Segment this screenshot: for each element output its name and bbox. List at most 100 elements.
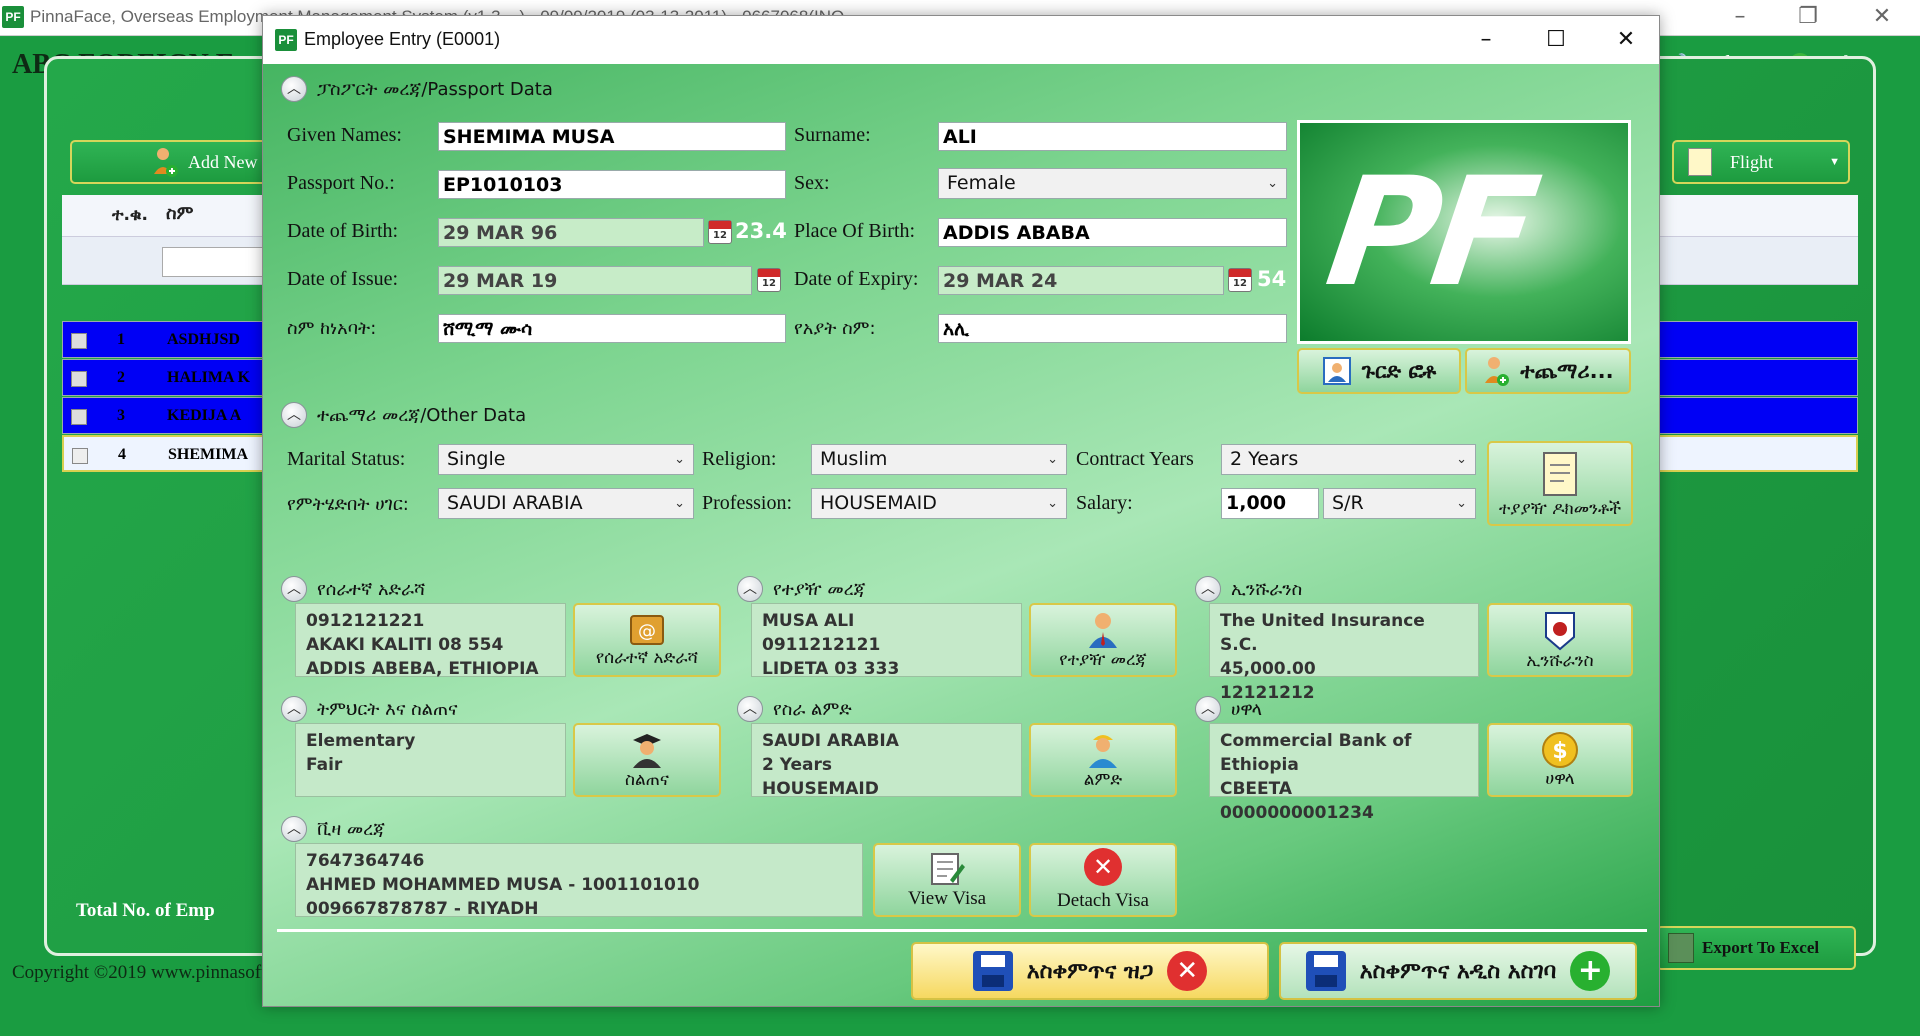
row-checkbox[interactable]: [71, 371, 87, 387]
main-restore-button[interactable]: ❐: [1788, 3, 1828, 31]
flight-button[interactable]: Flight ▼: [1672, 140, 1850, 184]
save-and-close-button[interactable]: አስቀምጥና ዝጋ ✕: [911, 942, 1269, 1000]
close-icon: ✕: [1167, 951, 1208, 991]
destination-country-value: SAUDI ARABIA: [447, 492, 583, 514]
collapse-icon[interactable]: ︿: [281, 696, 307, 722]
main-close-button[interactable]: ✕: [1862, 3, 1902, 31]
dollar-coin-icon: $: [1542, 732, 1578, 768]
full-photo-button[interactable]: ጉርድ ፎቶ: [1297, 348, 1461, 394]
collapse-icon[interactable]: ︿: [1195, 576, 1221, 602]
sex-label: Sex:: [794, 172, 830, 194]
svg-text:@: @: [638, 621, 656, 642]
dialog-close-button[interactable]: ✕: [1603, 24, 1649, 56]
calendar-icon[interactable]: 12: [1228, 268, 1252, 292]
row-checkbox[interactable]: [72, 448, 88, 464]
marital-status-select[interactable]: Single ⌄: [438, 444, 694, 475]
visa-section-header[interactable]: ︿ ቪዛ መረጃ: [281, 816, 385, 842]
save-new-label: አስቀምጥና አዲስ አስገባ: [1359, 958, 1557, 984]
date-of-expiry-input[interactable]: 29 MAR 24: [938, 266, 1224, 295]
profession-label: Profession:: [702, 492, 792, 514]
other-section-header[interactable]: ︿ ተጨማሪ መረጃ/Other Data: [281, 402, 526, 428]
calendar-icon[interactable]: 12: [708, 220, 732, 244]
employee-entry-dialog: PF Employee Entry (E0001) – ☐ ✕ ︿ ፓስፖርት …: [262, 15, 1660, 1007]
visa-line: 7647364746: [306, 851, 425, 871]
passport-section-header[interactable]: ︿ ፓስፖርት መረጃ/Passport Data: [281, 76, 553, 102]
bank-section-header[interactable]: ︿ ሀዋላ: [1195, 696, 1262, 722]
training-button[interactable]: ስልጠና: [573, 723, 721, 797]
insurance-button-label: ኢንሹራንስ: [1526, 651, 1594, 671]
contract-years-select[interactable]: 2 Years ⌄: [1221, 444, 1476, 475]
collapse-icon[interactable]: ︿: [281, 816, 307, 842]
remittance-button-label: ሀዋላ: [1545, 769, 1575, 789]
experience-button-label: ልምድ: [1083, 770, 1123, 790]
contact-section-header[interactable]: ︿ የተያዥ መረጃ: [737, 576, 866, 602]
column-header-no[interactable]: ተ.ቁ.: [112, 205, 148, 225]
destination-country-select[interactable]: SAUDI ARABIA ⌄: [438, 488, 694, 519]
amharic-surname-input[interactable]: አሊ: [938, 314, 1287, 343]
column-header-name[interactable]: ስም: [166, 203, 193, 224]
collapse-icon[interactable]: ︿: [281, 576, 307, 602]
currency-select[interactable]: S/R ⌄: [1323, 488, 1476, 519]
collapse-icon[interactable]: ︿: [737, 576, 763, 602]
employee-photo[interactable]: PF: [1297, 120, 1631, 344]
save-and-new-button[interactable]: አስቀምጥና አዲስ አስገባ +: [1279, 942, 1637, 1000]
collapse-icon[interactable]: ︿: [737, 696, 763, 722]
attached-documents-button[interactable]: ተያያዥ ዶክመንቶች: [1487, 441, 1633, 526]
row-name: HALIMA K: [167, 369, 251, 386]
education-section-header[interactable]: ︿ ትምህርት እና ስልጠና: [281, 696, 458, 722]
experience-section-header[interactable]: ︿ የስራ ልምድ: [737, 696, 852, 722]
address-section-header[interactable]: ︿ የሰራተኛ አድራሻ: [281, 576, 425, 602]
export-to-excel-button[interactable]: Export To Excel: [1656, 926, 1856, 970]
graduate-icon: [633, 734, 661, 768]
row-checkbox[interactable]: [71, 409, 87, 425]
detach-visa-button[interactable]: ✕ Detach Visa: [1029, 843, 1177, 917]
marital-status-label: Marital Status:: [287, 448, 406, 470]
given-names-label: Given Names:: [287, 124, 402, 146]
row-name: ASDHJSD: [167, 331, 240, 348]
salary-input[interactable]: 1,000: [1221, 488, 1319, 519]
insurance-section-header[interactable]: ︿ ኢንሹራንስ: [1195, 576, 1302, 602]
training-button-label: ስልጠና: [625, 770, 669, 790]
insurance-button[interactable]: ኢንሹራንስ: [1487, 603, 1633, 677]
experience-line: SAUDI ARABIA: [762, 731, 899, 751]
view-visa-label: View Visa: [907, 888, 987, 909]
amharic-surname-label: የአያት ስም:: [794, 318, 876, 339]
collapse-icon[interactable]: ︿: [281, 76, 307, 102]
religion-select[interactable]: Muslim ⌄: [811, 444, 1067, 475]
more-photos-label: ተጨማሪ...: [1520, 358, 1614, 383]
place-of-birth-input[interactable]: ADDIS ABABA: [938, 218, 1287, 247]
profession-select[interactable]: HOUSEMAID ⌄: [811, 488, 1067, 519]
chevron-down-icon: ⌄: [1267, 176, 1278, 191]
dialog-maximize-button[interactable]: ☐: [1533, 24, 1579, 56]
sex-select[interactable]: Female ⌄: [938, 168, 1287, 199]
attached-documents-label: ተያያዥ ዶክመንቶች: [1498, 498, 1622, 519]
contact-button[interactable]: የተያዥ መረጃ: [1029, 603, 1177, 677]
surname-input[interactable]: ALI: [938, 122, 1287, 151]
experience-button[interactable]: ልምድ: [1029, 723, 1177, 797]
total-employees-label: Total No. of Emp: [76, 900, 215, 921]
remittance-button[interactable]: $ ሀዋላ: [1487, 723, 1633, 797]
education-line: Fair: [306, 755, 343, 775]
passport-no-input[interactable]: EP1010103: [438, 170, 786, 199]
name-filter-input[interactable]: [162, 247, 272, 277]
amharic-name-input[interactable]: ሸሚማ ሙሳ: [438, 314, 786, 343]
dob-input[interactable]: 29 MAR 96: [438, 218, 704, 247]
given-names-input[interactable]: SHEMIMA MUSA: [438, 122, 786, 151]
view-visa-button[interactable]: View Visa: [873, 843, 1021, 917]
address-button-label: የሰራተኛ አድራሻ: [595, 648, 699, 668]
calendar-icon[interactable]: 12: [757, 268, 781, 292]
row-checkbox[interactable]: [71, 333, 87, 349]
sex-value: Female: [947, 172, 1016, 194]
collapse-icon[interactable]: ︿: [281, 402, 307, 428]
education-info: Elementary Fair: [295, 723, 566, 797]
address-line: ADDIS ABEBA, ETHIOPIA: [306, 659, 539, 679]
dialog-minimize-button[interactable]: –: [1463, 24, 1509, 56]
passport-no-label: Passport No.:: [287, 172, 395, 194]
address-button[interactable]: @ የሰራተኛ አድራሻ: [573, 603, 721, 677]
date-of-issue-label: Date of Issue:: [287, 268, 399, 290]
collapse-icon[interactable]: ︿: [1195, 696, 1221, 722]
add-new-button[interactable]: Add New: [70, 140, 290, 184]
date-of-issue-input[interactable]: 29 MAR 19: [438, 266, 752, 295]
main-minimize-button[interactable]: –: [1720, 3, 1760, 31]
more-photos-button[interactable]: ተጨማሪ...: [1465, 348, 1631, 394]
